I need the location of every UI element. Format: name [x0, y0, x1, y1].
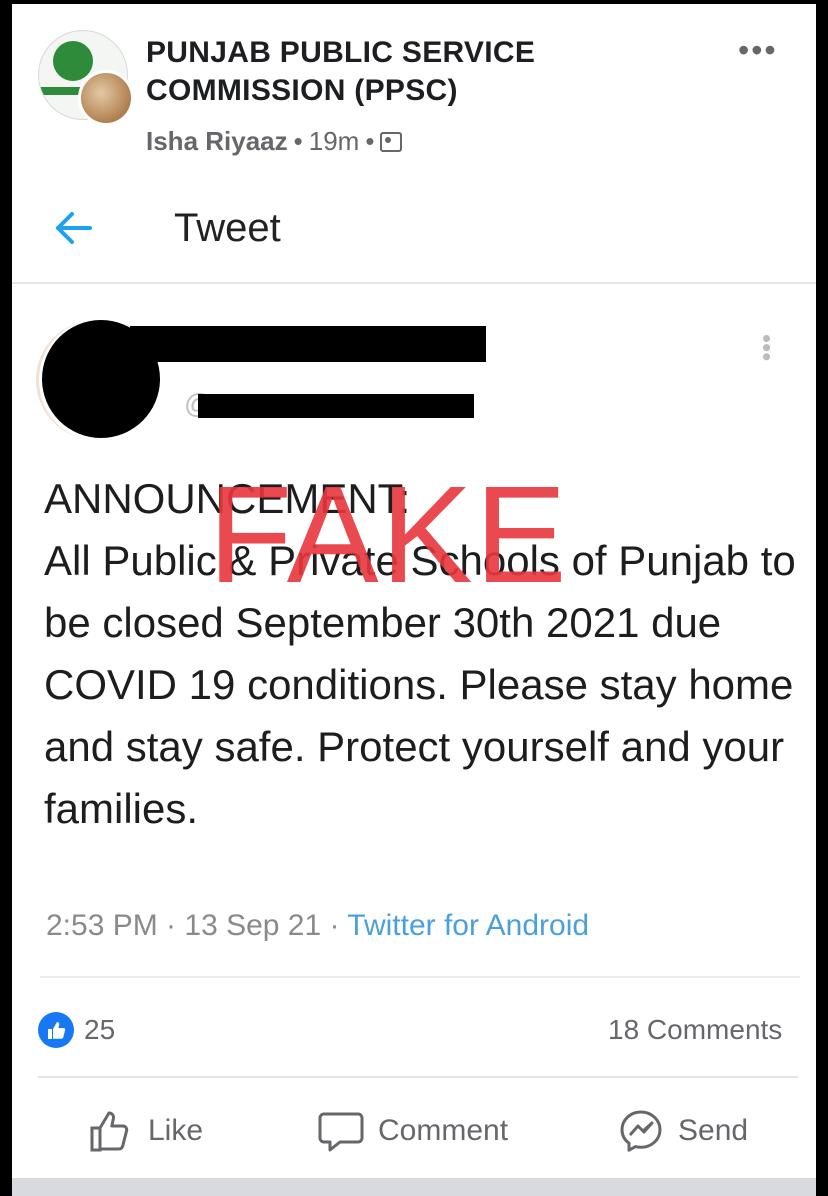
- send-button-label: Send: [678, 1114, 749, 1147]
- thumbs-up-icon: [90, 1111, 129, 1152]
- post-frame: PUNJAB PUBLIC SERVICE COMMISSION (PPSC) …: [12, 4, 816, 1196]
- author-avatar[interactable]: [78, 70, 134, 126]
- tweet-header-bar: Tweet: [12, 184, 816, 284]
- like-button[interactable]: Like: [88, 1106, 203, 1156]
- messenger-icon: [620, 1110, 662, 1152]
- fake-stamp: FAKE: [208, 458, 569, 612]
- tweet-heading: Tweet: [174, 206, 281, 250]
- redacted-display-name: [130, 326, 486, 362]
- author-name[interactable]: Isha Riyaaz: [146, 126, 288, 156]
- logo-emblem: [53, 41, 93, 81]
- divider: [40, 976, 800, 978]
- meta-separator: •: [365, 126, 375, 156]
- comment-button[interactable]: Comment: [318, 1106, 508, 1156]
- like-button-label: Like: [148, 1114, 204, 1147]
- bottom-strip: [12, 1178, 816, 1196]
- page-title[interactable]: PUNJAB PUBLIC SERVICE COMMISSION (PPSC): [146, 34, 706, 110]
- meta-separator: •: [293, 126, 303, 156]
- post-meta: Isha Riyaaz • 19m •: [146, 126, 403, 157]
- tweet-source[interactable]: Twitter for Android: [347, 909, 589, 942]
- send-button[interactable]: Send: [618, 1106, 748, 1156]
- comments-count[interactable]: 18 Comments: [608, 1014, 782, 1046]
- tweet-footer: 2:53 PM · 13 Sep 21 · Twitter for Androi…: [46, 909, 589, 943]
- group-icon: [380, 132, 403, 152]
- back-arrow-icon[interactable]: [52, 206, 96, 250]
- divider: [38, 1076, 798, 1078]
- redacted-handle: [198, 394, 474, 418]
- more-options-icon[interactable]: •••: [738, 32, 778, 69]
- like-count[interactable]: 25: [84, 1014, 115, 1046]
- post-time[interactable]: 19m: [309, 126, 360, 156]
- tweet-timestamp: 2:53 PM · 13 Sep 21 ·: [46, 909, 348, 942]
- comment-icon: [318, 1112, 364, 1152]
- like-reaction-icon[interactable]: [38, 1012, 74, 1048]
- tweet-more-icon[interactable]: •••: [752, 334, 782, 361]
- comment-button-label: Comment: [378, 1114, 509, 1147]
